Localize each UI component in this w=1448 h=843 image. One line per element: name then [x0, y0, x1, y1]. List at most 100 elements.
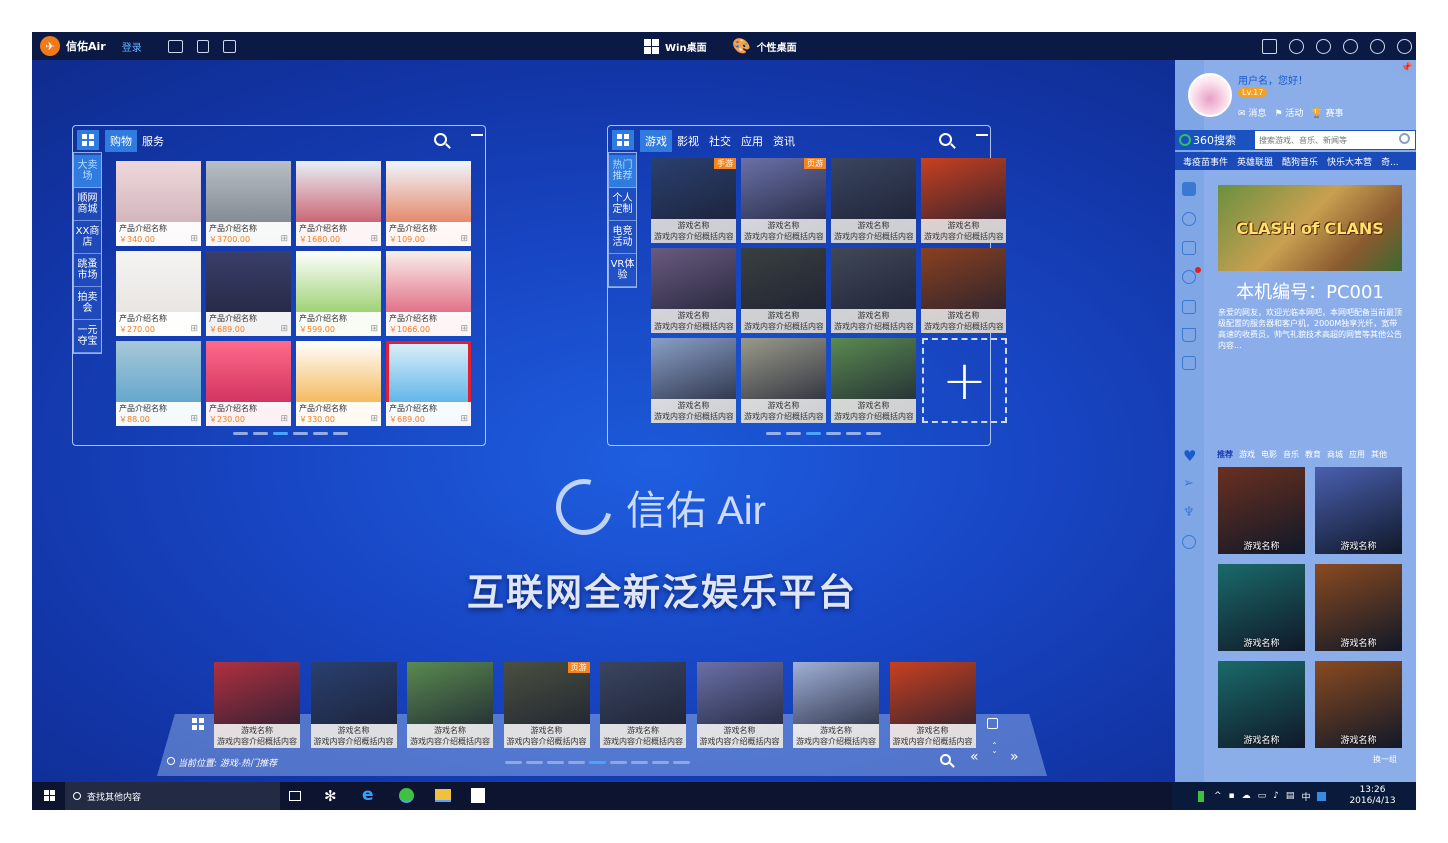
hot-word[interactable]: 酷狗音乐: [1282, 155, 1318, 168]
taskbar-search[interactable]: 查找其他内容: [65, 782, 280, 810]
hot-word[interactable]: 奇...: [1381, 155, 1399, 168]
side-tab-mall[interactable]: 大卖场: [74, 155, 101, 188]
dock-game-tile[interactable]: 游戏名称 游戏内容介绍概括内容...: [407, 662, 493, 748]
cart-icon[interactable]: ⊞: [370, 324, 378, 334]
battery-icon[interactable]: [1198, 790, 1204, 802]
network-icon[interactable]: ▪: [1229, 791, 1235, 801]
product-tile[interactable]: 产品介绍名称 ￥109.00 ⊞: [386, 161, 471, 246]
product-tile[interactable]: 产品介绍名称 ￥270.00 ⊞: [116, 251, 201, 336]
product-tile[interactable]: 产品介绍名称 ￥230.00 ⊞: [206, 341, 291, 426]
monitor-icon[interactable]: [167, 39, 183, 53]
dock-game-tile[interactable]: 页游 游戏名称 游戏内容介绍概括内容...: [503, 662, 590, 748]
clash-banner[interactable]: CLASH of CLANS: [1218, 185, 1402, 271]
login-link[interactable]: 登录: [122, 39, 142, 54]
fan-app-icon[interactable]: ✻: [324, 787, 337, 805]
tab-social[interactable]: 社交: [704, 130, 736, 152]
messages-link[interactable]: ✉ 消息: [1238, 106, 1266, 119]
document-icon[interactable]: [196, 39, 209, 53]
category-tab[interactable]: 商城: [1327, 449, 1343, 460]
dock-game-tile[interactable]: 游戏名称 游戏内容介绍概括内容...: [793, 662, 879, 748]
game-tile[interactable]: 游戏名称 游戏内容介绍概括内容...: [921, 248, 1006, 333]
bird-icon[interactable]: [1182, 182, 1196, 196]
category-tab[interactable]: 游戏: [1239, 449, 1255, 460]
dock-grid-icon[interactable]: [192, 718, 204, 730]
game-tile[interactable]: 游戏名称 游戏内容介绍概括内容...: [741, 338, 826, 423]
minimize-icon[interactable]: [976, 134, 988, 136]
search-icon[interactable]: [1399, 133, 1410, 144]
xinyou-app-icon[interactable]: [399, 788, 414, 803]
recommended-game-tile[interactable]: 游戏名称: [1218, 467, 1305, 554]
cart-icon[interactable]: ⊞: [460, 414, 468, 424]
clock-icon[interactable]: [1343, 38, 1358, 54]
game-tile[interactable]: 游戏名称 游戏内容介绍概括内容...: [651, 248, 736, 333]
product-tile[interactable]: 产品介绍名称 ￥689.00 ⊞: [386, 341, 471, 426]
game-pager[interactable]: [766, 432, 881, 435]
cart-icon[interactable]: ⊞: [190, 324, 198, 334]
dock-search-icon[interactable]: [940, 754, 951, 765]
side-tab-vr[interactable]: VR体验: [609, 254, 636, 287]
game-tile[interactable]: 游戏名称 游戏内容介绍概括内容...: [651, 338, 736, 423]
avatar[interactable]: [1188, 73, 1232, 117]
tab-service[interactable]: 服务: [137, 130, 169, 152]
dock-game-tile[interactable]: 游戏名称 游戏内容介绍概括内容...: [696, 662, 783, 748]
clock[interactable]: 13:26 2016/4/13: [1349, 785, 1395, 807]
search-icon[interactable]: [939, 133, 952, 146]
settings-icon[interactable]: [1397, 38, 1412, 54]
next-arrows-icon[interactable]: »: [1010, 749, 1019, 765]
recommended-game-tile[interactable]: 游戏名称: [1218, 661, 1305, 748]
start-button[interactable]: [44, 790, 55, 801]
app-tray-icon[interactable]: [1317, 791, 1327, 801]
cart-icon[interactable]: [1182, 328, 1196, 342]
grid-menu-icon[interactable]: [612, 130, 634, 150]
calendar-icon[interactable]: [1182, 241, 1196, 255]
cart-icon[interactable]: ⊞: [190, 234, 198, 244]
product-tile[interactable]: 产品介绍名称 ￥340.00 ⊞: [116, 161, 201, 246]
minimize-icon[interactable]: [471, 134, 483, 136]
side-tab-custom[interactable]: 个人定制: [609, 188, 636, 221]
wallet-icon[interactable]: [1182, 356, 1196, 370]
cart-icon[interactable]: ⊞: [460, 324, 468, 334]
add-icon[interactable]: [222, 39, 236, 53]
cart-icon[interactable]: ⊞: [280, 234, 288, 244]
swap-button[interactable]: 换一组: [1373, 754, 1397, 765]
cart-icon[interactable]: ⊞: [280, 414, 288, 424]
power-icon[interactable]: [1370, 38, 1385, 54]
dock-restore-icon[interactable]: [987, 718, 998, 729]
product-tile[interactable]: 产品介绍名称 ￥1680.00 ⊞: [296, 161, 381, 246]
dock-pager[interactable]: [505, 761, 690, 764]
game-tile[interactable]: 游戏名称 游戏内容介绍概括内容...: [831, 338, 916, 423]
category-tab[interactable]: 电影: [1261, 449, 1277, 460]
hot-word[interactable]: 快乐大本营: [1327, 155, 1372, 168]
display-icon[interactable]: ▭: [1258, 791, 1267, 801]
category-tab[interactable]: 推荐: [1217, 449, 1233, 460]
expand-arrows-icon[interactable]: ˆˇ: [992, 743, 997, 762]
personal-desktop-button[interactable]: 🎨 个性桌面: [732, 32, 797, 60]
recommended-game-tile[interactable]: 游戏名称: [1218, 564, 1305, 651]
tab-video[interactable]: 影视: [672, 130, 704, 152]
game-tile[interactable]: 页游 游戏名称 游戏内容介绍概括内容...: [741, 158, 826, 243]
history-icon[interactable]: [1182, 535, 1196, 549]
chat-icon[interactable]: [1182, 270, 1196, 284]
dock-game-tile[interactable]: 游戏名称 游戏内容介绍概括内容...: [889, 662, 976, 748]
cart-icon[interactable]: ⊞: [460, 234, 468, 244]
hot-word[interactable]: 英雄联盟: [1237, 155, 1273, 168]
category-tab[interactable]: 音乐: [1283, 449, 1299, 460]
explorer-icon[interactable]: [435, 789, 451, 802]
grid-menu-icon[interactable]: [77, 130, 99, 150]
edge-icon[interactable]: e: [362, 785, 374, 805]
dock-game-tile[interactable]: 游戏名称 游戏内容介绍概括内容...: [310, 662, 397, 748]
message-icon[interactable]: ▤: [1286, 791, 1295, 801]
bag-icon[interactable]: [1316, 38, 1331, 54]
side-tab-shunwang[interactable]: 顺网商城: [74, 188, 101, 221]
search-input[interactable]: [1255, 131, 1415, 149]
side-tab-auction[interactable]: 拍卖会: [74, 287, 101, 320]
cart-icon[interactable]: ⊞: [370, 414, 378, 424]
product-tile[interactable]: 产品介绍名称 ￥330.00 ⊞: [296, 341, 381, 426]
product-tile[interactable]: 产品介绍名称 ￥599.00 ⊞: [296, 251, 381, 336]
cloud-tray-icon[interactable]: ☁: [1242, 791, 1251, 801]
tab-apps[interactable]: 应用: [736, 130, 768, 152]
product-tile[interactable]: 产品介绍名称 ￥689.00 ⊞: [206, 251, 291, 336]
activity-link[interactable]: ⚑ 活动: [1274, 106, 1303, 119]
win-desktop-button[interactable]: Win桌面: [644, 32, 707, 60]
recommended-game-tile[interactable]: 游戏名称: [1315, 564, 1402, 651]
